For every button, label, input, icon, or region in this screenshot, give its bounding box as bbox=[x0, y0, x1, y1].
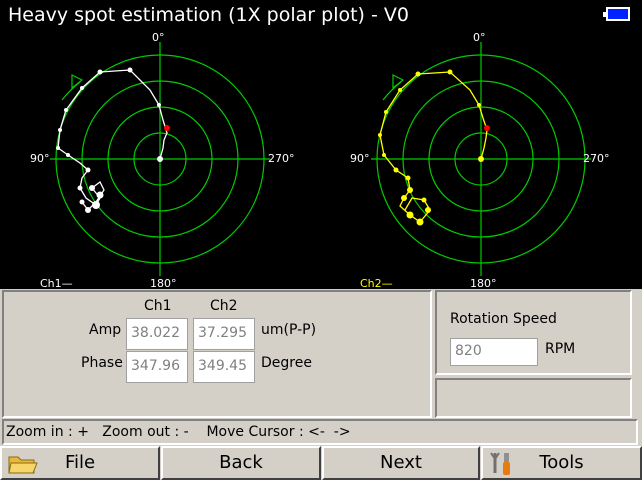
trace-point bbox=[77, 185, 83, 191]
next-button[interactable]: Next bbox=[322, 446, 480, 480]
ch1-trace bbox=[57, 69, 168, 211]
trace-point bbox=[85, 167, 91, 173]
trace-point bbox=[405, 175, 411, 181]
trace-point bbox=[477, 103, 481, 107]
col-header-ch2: Ch2 bbox=[210, 298, 238, 314]
legend-ch1: Ch1— bbox=[40, 277, 73, 289]
tools-icon bbox=[490, 452, 510, 475]
window-title: Heavy spot estimation (1X polar plot) - … bbox=[8, 4, 409, 26]
trace-point bbox=[97, 69, 103, 75]
trace-point bbox=[80, 86, 84, 90]
label-90deg-ch2: 90° bbox=[350, 152, 370, 165]
trace-point bbox=[157, 156, 163, 162]
rotation-arrow-head bbox=[71, 74, 84, 90]
label-90deg-ch1: 90° bbox=[30, 152, 50, 165]
measurement-panel: Ch1 Ch2 Amp 38.022 37.295 um(P-P) Phase … bbox=[2, 290, 432, 418]
amp-ch2-field[interactable]: 37.295 bbox=[193, 318, 255, 350]
trace-point bbox=[382, 153, 386, 157]
folder-icon bbox=[8, 456, 38, 474]
trace-point bbox=[393, 167, 399, 173]
amp-label: Amp bbox=[89, 322, 122, 338]
empty-panel bbox=[435, 378, 632, 418]
battery-icon bbox=[603, 7, 630, 21]
polar-plots-svg: 0° 90° 270° 180° 0° 90° 270° 180° Ch1— C… bbox=[30, 31, 610, 289]
polar-plots-area: 0° 90° 270° 180° 0° 90° 270° 180° Ch1— C… bbox=[0, 30, 642, 289]
label-270deg-ch2: 270° bbox=[583, 152, 610, 165]
trace-point bbox=[64, 108, 68, 112]
status-text: Zoom in : + Zoom out : - Move Cursor : <… bbox=[6, 424, 351, 440]
rotation-speed-unit: RPM bbox=[545, 341, 576, 357]
rotation-speed-label: Rotation Speed bbox=[450, 311, 557, 327]
rotation-arrow-icon bbox=[61, 81, 81, 101]
trace-point bbox=[58, 128, 62, 132]
trace-point bbox=[407, 187, 413, 193]
phase-ch2-field[interactable]: 349.45 bbox=[193, 351, 255, 383]
trace-point bbox=[66, 153, 70, 157]
ch2-trace bbox=[379, 71, 488, 223]
trace-point bbox=[415, 71, 421, 77]
back-button[interactable]: Back bbox=[161, 446, 321, 480]
ch2-trace-points bbox=[378, 69, 484, 226]
amp-ch1-field[interactable]: 38.022 bbox=[126, 318, 188, 350]
trace-point bbox=[398, 88, 402, 92]
back-button-label: Back bbox=[219, 452, 263, 473]
ch2-cursor-marker bbox=[484, 125, 490, 131]
label-270deg-ch1: 270° bbox=[268, 152, 295, 165]
status-bar: Zoom in : + Zoom out : - Move Cursor : <… bbox=[2, 419, 638, 445]
trace-point bbox=[447, 69, 453, 75]
phase-ch1-field[interactable]: 347.96 bbox=[126, 351, 188, 383]
trace-point bbox=[416, 218, 424, 226]
ch1-cursor-marker bbox=[164, 125, 170, 131]
rotation-speed-field[interactable]: 820 bbox=[450, 338, 538, 366]
legend-ch2: Ch2— bbox=[360, 277, 393, 289]
label-180deg-ch1: 180° bbox=[150, 277, 177, 289]
file-button[interactable]: File bbox=[0, 446, 160, 480]
phase-unit: Degree bbox=[261, 355, 312, 371]
trace-point bbox=[79, 199, 85, 205]
trace-point bbox=[384, 110, 388, 114]
col-header-ch1: Ch1 bbox=[144, 298, 172, 314]
trace-point bbox=[378, 133, 382, 137]
trace-point bbox=[127, 67, 133, 73]
trace-point bbox=[92, 201, 100, 209]
rotation-panel: Rotation Speed 820 RPM bbox=[435, 290, 632, 375]
trace-point bbox=[425, 207, 431, 213]
trace-point bbox=[85, 207, 91, 213]
trace-point bbox=[401, 195, 407, 201]
label-0deg-ch1: 0° bbox=[152, 31, 165, 44]
amp-unit: um(P-P) bbox=[261, 322, 317, 338]
trace-point bbox=[478, 156, 484, 162]
tools-button[interactable]: Tools bbox=[481, 446, 642, 480]
trace-point bbox=[56, 146, 60, 150]
next-button-label: Next bbox=[380, 452, 422, 473]
label-0deg-ch2: 0° bbox=[473, 31, 486, 44]
title-bar: Heavy spot estimation (1X polar plot) - … bbox=[0, 0, 642, 30]
trace-point bbox=[406, 211, 414, 219]
phase-label: Phase bbox=[81, 355, 123, 371]
trace-point bbox=[157, 103, 161, 107]
tools-button-label: Tools bbox=[539, 452, 584, 473]
trace-point bbox=[89, 185, 95, 191]
trace-point bbox=[96, 191, 104, 199]
rotation-arrow-head bbox=[392, 74, 405, 90]
label-180deg-ch2: 180° bbox=[470, 277, 497, 289]
trace-point bbox=[421, 197, 427, 203]
file-button-label: File bbox=[64, 452, 96, 473]
